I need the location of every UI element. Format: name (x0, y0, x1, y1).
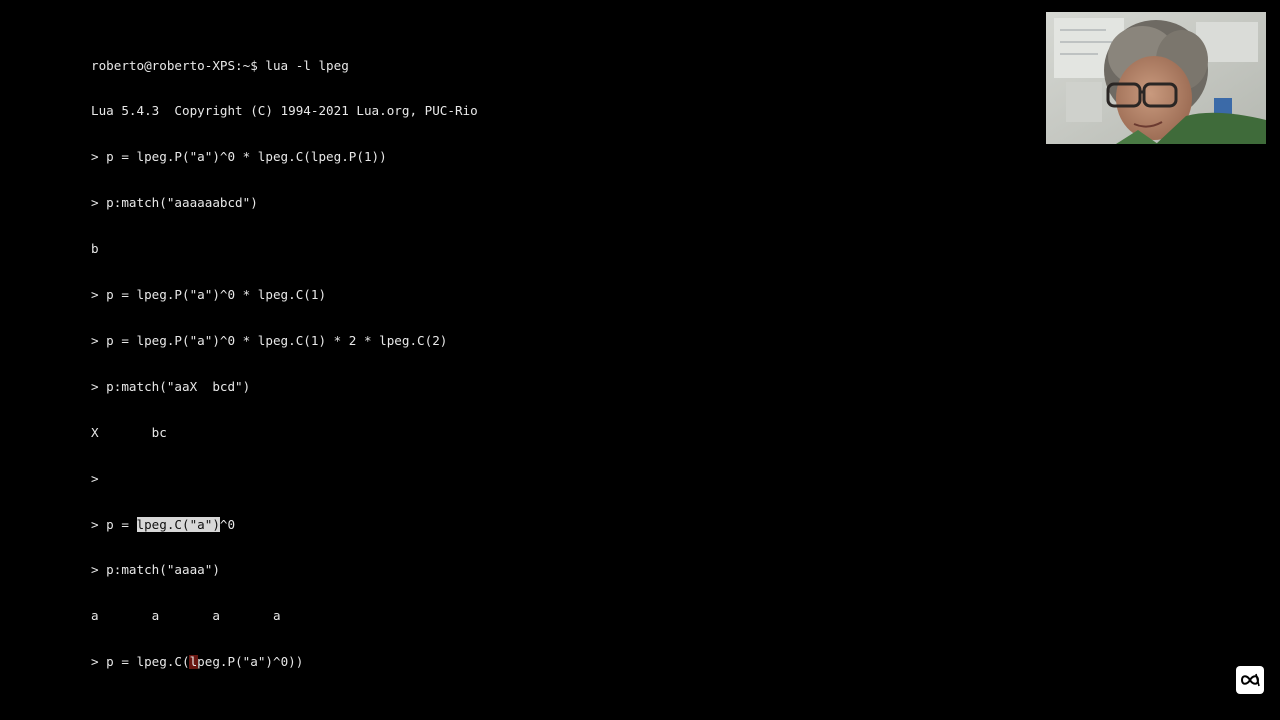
terminal-line-11: > p = lpeg.C("a")^0 (91, 516, 991, 532)
presenter-webcam (1046, 12, 1266, 144)
input-before-cursor: > p = lpeg.C( (91, 654, 190, 670)
terminal-line-8: > p:match("aaX bcd") (91, 378, 251, 394)
terminal-line-12: > p:match("aaaa") (91, 562, 220, 578)
cursor-char: l (189, 654, 198, 670)
channel-logo-icon (1236, 666, 1264, 694)
text-cursor: l (188, 654, 198, 670)
terminal-line-7: > p = lpeg.P("a")^0 * lpeg.C(1) * 2 * lp… (91, 332, 448, 348)
terminal-line-9: X bc (91, 424, 167, 440)
terminal-input-line[interactable]: > p = lpeg.C(lpeg.P("a")^0)) (91, 654, 991, 670)
webcam-image (1046, 12, 1266, 144)
logo-glyph (1240, 673, 1260, 687)
terminal-line-2: Lua 5.4.3 Copyright (C) 1994-2021 Lua.or… (91, 103, 478, 119)
screen: roberto@roberto-XPS:~$ lua -l lpeg Lua 5… (0, 0, 1280, 720)
terminal-line-6: > p = lpeg.P("a")^0 * lpeg.C(1) (91, 287, 327, 303)
terminal-line-3: > p = lpeg.P("a")^0 * lpeg.C(lpeg.P(1)) (91, 149, 387, 165)
terminal-output[interactable]: roberto@roberto-XPS:~$ lua -l lpeg Lua 5… (91, 27, 991, 700)
terminal-line-5: b (91, 241, 99, 257)
line-11-suffix: ^0 (219, 516, 236, 532)
terminal-line-4: > p:match("aaaaaabcd") (91, 195, 258, 211)
text-selection[interactable]: lpeg.C("a") (136, 516, 220, 532)
terminal-line-13: a a a a (91, 608, 281, 624)
terminal-line-10: > (91, 470, 99, 486)
terminal-line-1: roberto@roberto-XPS:~$ lua -l lpeg (91, 57, 349, 73)
line-11-prefix: > p = (91, 516, 137, 532)
input-after-cursor: peg.P("a")^0)) (197, 654, 304, 670)
